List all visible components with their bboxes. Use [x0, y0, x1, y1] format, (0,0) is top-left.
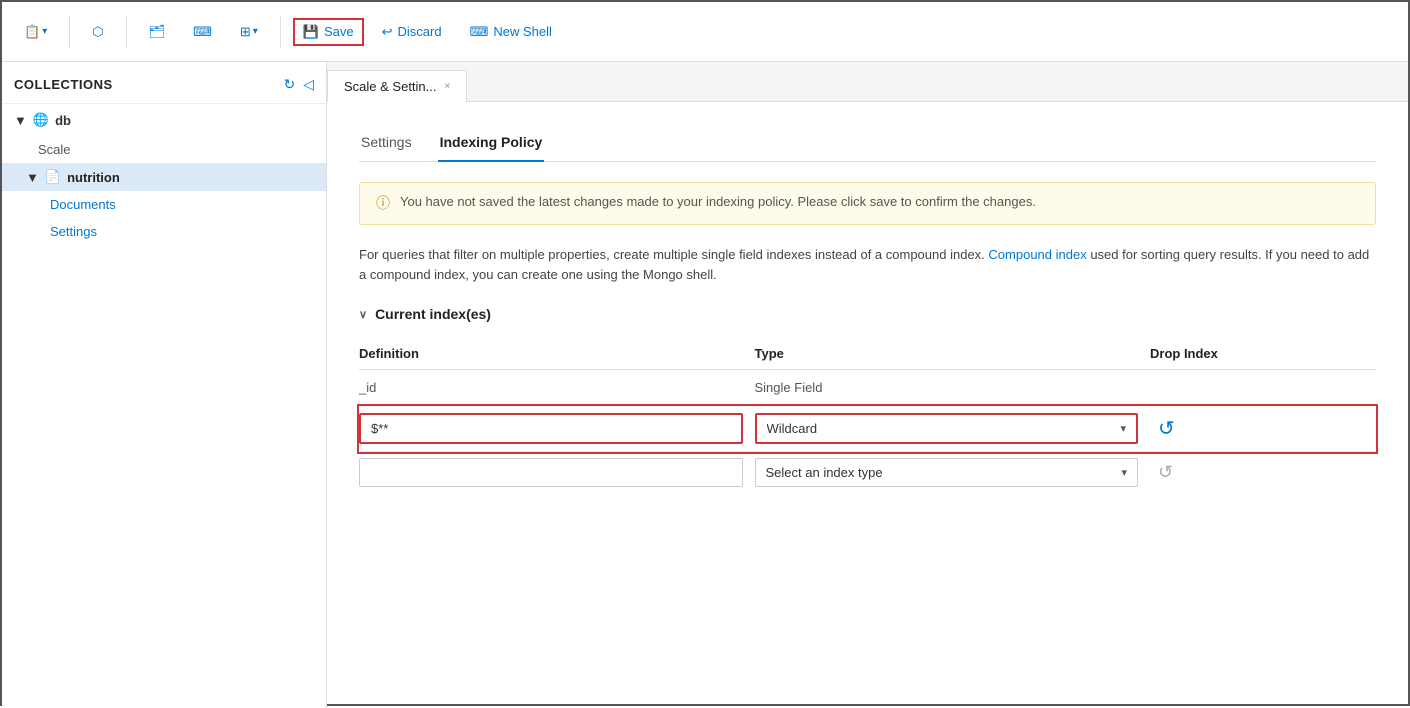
panel-icon-button[interactable]: 🗂 [139, 18, 176, 46]
section-title: Current index(es) [375, 306, 491, 322]
wildcard-type-select[interactable]: Wildcard Single Field Compound [757, 415, 1137, 442]
tab-settings[interactable]: Settings [359, 126, 414, 162]
description-text1: For queries that filter on multiple prop… [359, 247, 988, 262]
col-definition-header: Definition [359, 338, 755, 370]
compound-index-link[interactable]: Compound index [988, 247, 1086, 262]
new-type-select[interactable]: Select an index type Wildcard Single Fie… [756, 459, 1138, 486]
discard-label: Discard [398, 24, 442, 39]
page-content: Settings Indexing Policy ⓘ You have not … [327, 102, 1408, 708]
save-label: Save [324, 24, 354, 39]
new-definition-cell [359, 452, 755, 494]
wildcard-definition-input[interactable] [359, 413, 743, 444]
documents-label: Documents [50, 197, 116, 212]
col-drop-header: Drop Index [1150, 338, 1376, 370]
new-shell-button[interactable]: ⌨ New Shell [460, 18, 562, 46]
index-table: Definition Type Drop Index _id Single Fi… [359, 338, 1376, 493]
new-document-chevron-icon: ▾ [42, 26, 47, 37]
scale-icon: ⬡ [92, 24, 103, 40]
new-document-button[interactable]: 📋 ▾ [14, 18, 57, 46]
divider-1 [69, 16, 70, 48]
sidebar-item-settings[interactable]: Settings [2, 218, 326, 245]
new-definition-input[interactable] [359, 458, 743, 487]
more-chevron-icon: ▾ [253, 26, 258, 37]
table-row: _id Single Field [359, 370, 1376, 406]
new-revert-button[interactable]: ↺ [1150, 458, 1181, 487]
section-chevron-icon[interactable]: ∨ [359, 308, 367, 321]
db-label: db [55, 113, 71, 128]
tab-indexing-policy[interactable]: Indexing Policy [438, 126, 545, 162]
alert-message: You have not saved the latest changes ma… [400, 193, 1036, 211]
new-type-cell: Select an index type Wildcard Single Fie… [755, 452, 1151, 494]
settings-nav-label: Settings [50, 224, 97, 239]
nutrition-expand-icon: ▼ [26, 170, 39, 185]
sidebar-item-documents[interactable]: Documents [2, 191, 326, 218]
sidebar: COLLECTIONS ↻ ◁ ▼ 🌐 db Scale ▼ 📄 nutriti… [2, 62, 327, 708]
col-type-header: Type [755, 338, 1151, 370]
type-cell-id: Single Field [755, 370, 1151, 406]
description: For queries that filter on multiple prop… [359, 245, 1376, 287]
db-expand-icon: ▼ [14, 113, 27, 128]
alert-banner: ⓘ You have not saved the latest changes … [359, 182, 1376, 225]
table-header-row: Definition Type Drop Index [359, 338, 1376, 370]
sub-tabs: Settings Indexing Policy [359, 126, 1376, 162]
new-shell-label: New Shell [493, 24, 552, 39]
drop-cell-id [1150, 370, 1376, 406]
main-layout: COLLECTIONS ↻ ◁ ▼ 🌐 db Scale ▼ 📄 nutriti… [2, 62, 1408, 708]
content-area: Scale & Settin... × Settings Indexing Po… [327, 62, 1408, 708]
section-header: ∨ Current index(es) [359, 306, 1376, 322]
terminal-icon: ⌨ [193, 24, 212, 40]
more-button[interactable]: ⊞ ▾ [230, 18, 268, 46]
divider-2 [126, 16, 127, 48]
nutrition-label: nutrition [67, 170, 120, 185]
save-button[interactable]: 💾 Save [293, 18, 364, 46]
toolbar: 📋 ▾ ⬡ 🗂 ⌨ ⊞ ▾ 💾 Save ↩ Discard ⌨ New She… [2, 2, 1408, 62]
refresh-button[interactable]: ↻ [283, 76, 295, 93]
wildcard-definition-cell [359, 406, 755, 452]
scale-icon-button[interactable]: ⬡ [82, 18, 113, 46]
wildcard-type-cell: Wildcard Single Field Compound ▾ [755, 406, 1151, 452]
collections-title: COLLECTIONS [14, 77, 113, 92]
discard-button[interactable]: ↩ Discard [372, 18, 452, 46]
collection-icon: 📄 [45, 169, 61, 185]
sidebar-item-nutrition[interactable]: ▼ 📄 nutrition [2, 163, 326, 191]
db-icon: 🌐 [33, 112, 49, 128]
tab-scale-settings[interactable]: Scale & Settin... × [327, 70, 467, 102]
panel-icon: 🗂 [149, 24, 166, 40]
wildcard-revert-button[interactable]: ↺ [1150, 412, 1183, 445]
scale-label: Scale [38, 142, 71, 157]
table-row-new: Select an index type Wildcard Single Fie… [359, 452, 1376, 494]
info-icon: ⓘ [376, 194, 390, 214]
collapse-button[interactable]: ◁ [303, 76, 314, 93]
new-shell-icon: ⌨ [470, 24, 489, 40]
sidebar-actions: ↻ ◁ [283, 76, 314, 93]
table-row-wildcard: Wildcard Single Field Compound ▾ ↺ [359, 406, 1376, 452]
tab-label: Scale & Settin... [344, 79, 437, 94]
tab-close-button[interactable]: × [445, 81, 451, 92]
terminal-icon-button[interactable]: ⌨ [183, 18, 222, 46]
more-icon: ⊞ [240, 24, 251, 40]
definition-cell-id: _id [359, 370, 755, 406]
new-drop-cell: ↺ [1150, 452, 1376, 494]
discard-icon: ↩ [382, 24, 393, 40]
sidebar-item-scale[interactable]: Scale [2, 136, 326, 163]
save-icon: 💾 [303, 24, 319, 40]
tab-bar: Scale & Settin... × [327, 62, 1408, 102]
new-document-icon: 📋 [24, 24, 40, 40]
sidebar-header: COLLECTIONS ↻ ◁ [2, 62, 326, 104]
divider-3 [280, 16, 281, 48]
wildcard-drop-cell: ↺ [1150, 406, 1376, 452]
sidebar-item-db[interactable]: ▼ 🌐 db [2, 104, 326, 136]
